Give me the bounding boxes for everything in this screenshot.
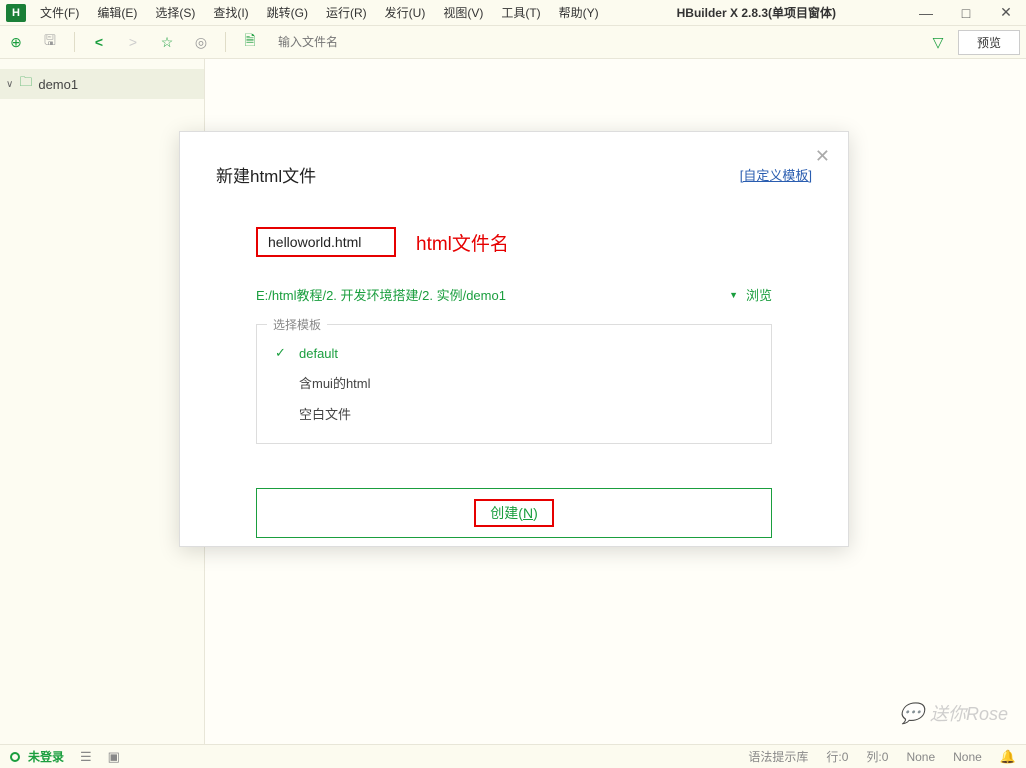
path-display[interactable]: E:/html教程/2. 开发环境搭建/2. 实例/demo1 <box>256 285 506 304</box>
filter-icon[interactable]: ▽ <box>928 32 948 52</box>
nav-back-icon[interactable]: < <box>89 32 109 52</box>
window-controls: — □ ✕ <box>906 0 1026 26</box>
menu-select[interactable]: 选择(S) <box>147 2 203 23</box>
status-enc[interactable]: None <box>953 750 982 764</box>
status-bar: 未登录 ☰ ▣ 语法提示库 行:0 列:0 None None 🔔 <box>0 744 1026 768</box>
folder-icon: 🗀 <box>19 73 32 95</box>
maximize-button[interactable]: □ <box>946 0 986 26</box>
chevron-down-icon: ∨ <box>6 79 13 90</box>
menu-publish[interactable]: 发行(U) <box>377 2 434 23</box>
menu-run[interactable]: 运行(R) <box>318 2 375 23</box>
menu-help[interactable]: 帮助(Y) <box>551 2 607 23</box>
menu-tool[interactable]: 工具(T) <box>493 2 548 23</box>
login-status[interactable]: 未登录 <box>28 748 64 765</box>
menu-view[interactable]: 视图(V) <box>435 2 491 23</box>
preview-button[interactable]: 预览 <box>958 30 1020 55</box>
save-icon[interactable]: 🖫 <box>40 32 60 52</box>
menu-goto[interactable]: 跳转(G) <box>259 2 316 23</box>
menu-file[interactable]: 文件(F) <box>32 2 87 23</box>
syntax-hint[interactable]: 语法提示库 <box>748 748 808 765</box>
project-sidebar: ∨ 🗀 demo1 <box>0 59 205 744</box>
create-label: 创建(N) <box>490 505 537 521</box>
wechat-icon: 💬 <box>899 701 924 726</box>
template-label: default <box>299 346 338 361</box>
status-col: 列:0 <box>866 748 888 765</box>
login-status-icon <box>10 752 20 762</box>
dialog-title: 新建html文件 <box>216 162 316 187</box>
file-search-input[interactable] <box>274 33 914 51</box>
target-icon[interactable]: ◎ <box>191 32 211 52</box>
browse-button[interactable]: ▼ 浏览 <box>729 285 772 304</box>
custom-template-link[interactable]: [自定义模板] <box>740 165 812 184</box>
terminal-icon[interactable]: ▣ <box>108 749 120 765</box>
status-lang[interactable]: None <box>906 750 935 764</box>
caret-down-icon: ▼ <box>729 290 738 300</box>
template-group: 选择模板 ✓ default 含mui的html 空白文件 <box>256 324 772 444</box>
template-label: 含mui的html <box>299 373 371 392</box>
star-icon[interactable]: ☆ <box>157 32 177 52</box>
toolbar: ⊕ 🖫 < > ☆ ◎ 🗎 ▽ 预览 <box>0 26 1026 59</box>
separator <box>225 32 226 52</box>
template-option-default[interactable]: ✓ default <box>275 339 753 367</box>
list-icon[interactable]: ☰ <box>80 749 92 765</box>
create-button[interactable]: 创建(N) <box>256 488 772 538</box>
template-option-blank[interactable]: 空白文件 <box>275 398 753 429</box>
project-tree-item[interactable]: ∨ 🗀 demo1 <box>0 69 204 99</box>
window-title: HBuilder X 2.8.3(单项目窗体) <box>607 4 906 21</box>
title-bar: H 文件(F) 编辑(E) 选择(S) 查找(I) 跳转(G) 运行(R) 发行… <box>0 0 1026 26</box>
status-row: 行:0 <box>826 748 848 765</box>
new-file-dialog: ✕ 新建html文件 [自定义模板] helloworld.html html文… <box>179 131 849 547</box>
nav-forward-icon[interactable]: > <box>123 32 143 52</box>
close-button[interactable]: ✕ <box>986 0 1026 26</box>
project-name: demo1 <box>38 77 78 92</box>
filename-annotation: html文件名 <box>416 229 509 256</box>
watermark: 💬 送你Rose <box>899 700 1008 726</box>
browse-label: 浏览 <box>746 285 772 304</box>
template-label: 空白文件 <box>299 404 351 423</box>
new-file-icon[interactable]: ⊕ <box>6 32 26 52</box>
template-legend: 选择模板 <box>267 316 327 333</box>
filename-input[interactable]: helloworld.html <box>256 227 396 257</box>
bell-icon[interactable]: 🔔 <box>1000 749 1016 765</box>
check-icon: ✓ <box>275 345 289 361</box>
template-option-mui[interactable]: 含mui的html <box>275 367 753 398</box>
menu-find[interactable]: 查找(I) <box>205 2 256 23</box>
app-icon: H <box>6 4 26 22</box>
explorer-icon[interactable]: 🗎 <box>240 32 260 52</box>
watermark-text: 送你Rose <box>930 700 1008 726</box>
menu-edit[interactable]: 编辑(E) <box>89 2 145 23</box>
menu-bar: 文件(F) 编辑(E) 选择(S) 查找(I) 跳转(G) 运行(R) 发行(U… <box>32 2 607 23</box>
dialog-close-icon[interactable]: ✕ <box>815 146 830 167</box>
minimize-button[interactable]: — <box>906 0 946 26</box>
separator <box>74 32 75 52</box>
